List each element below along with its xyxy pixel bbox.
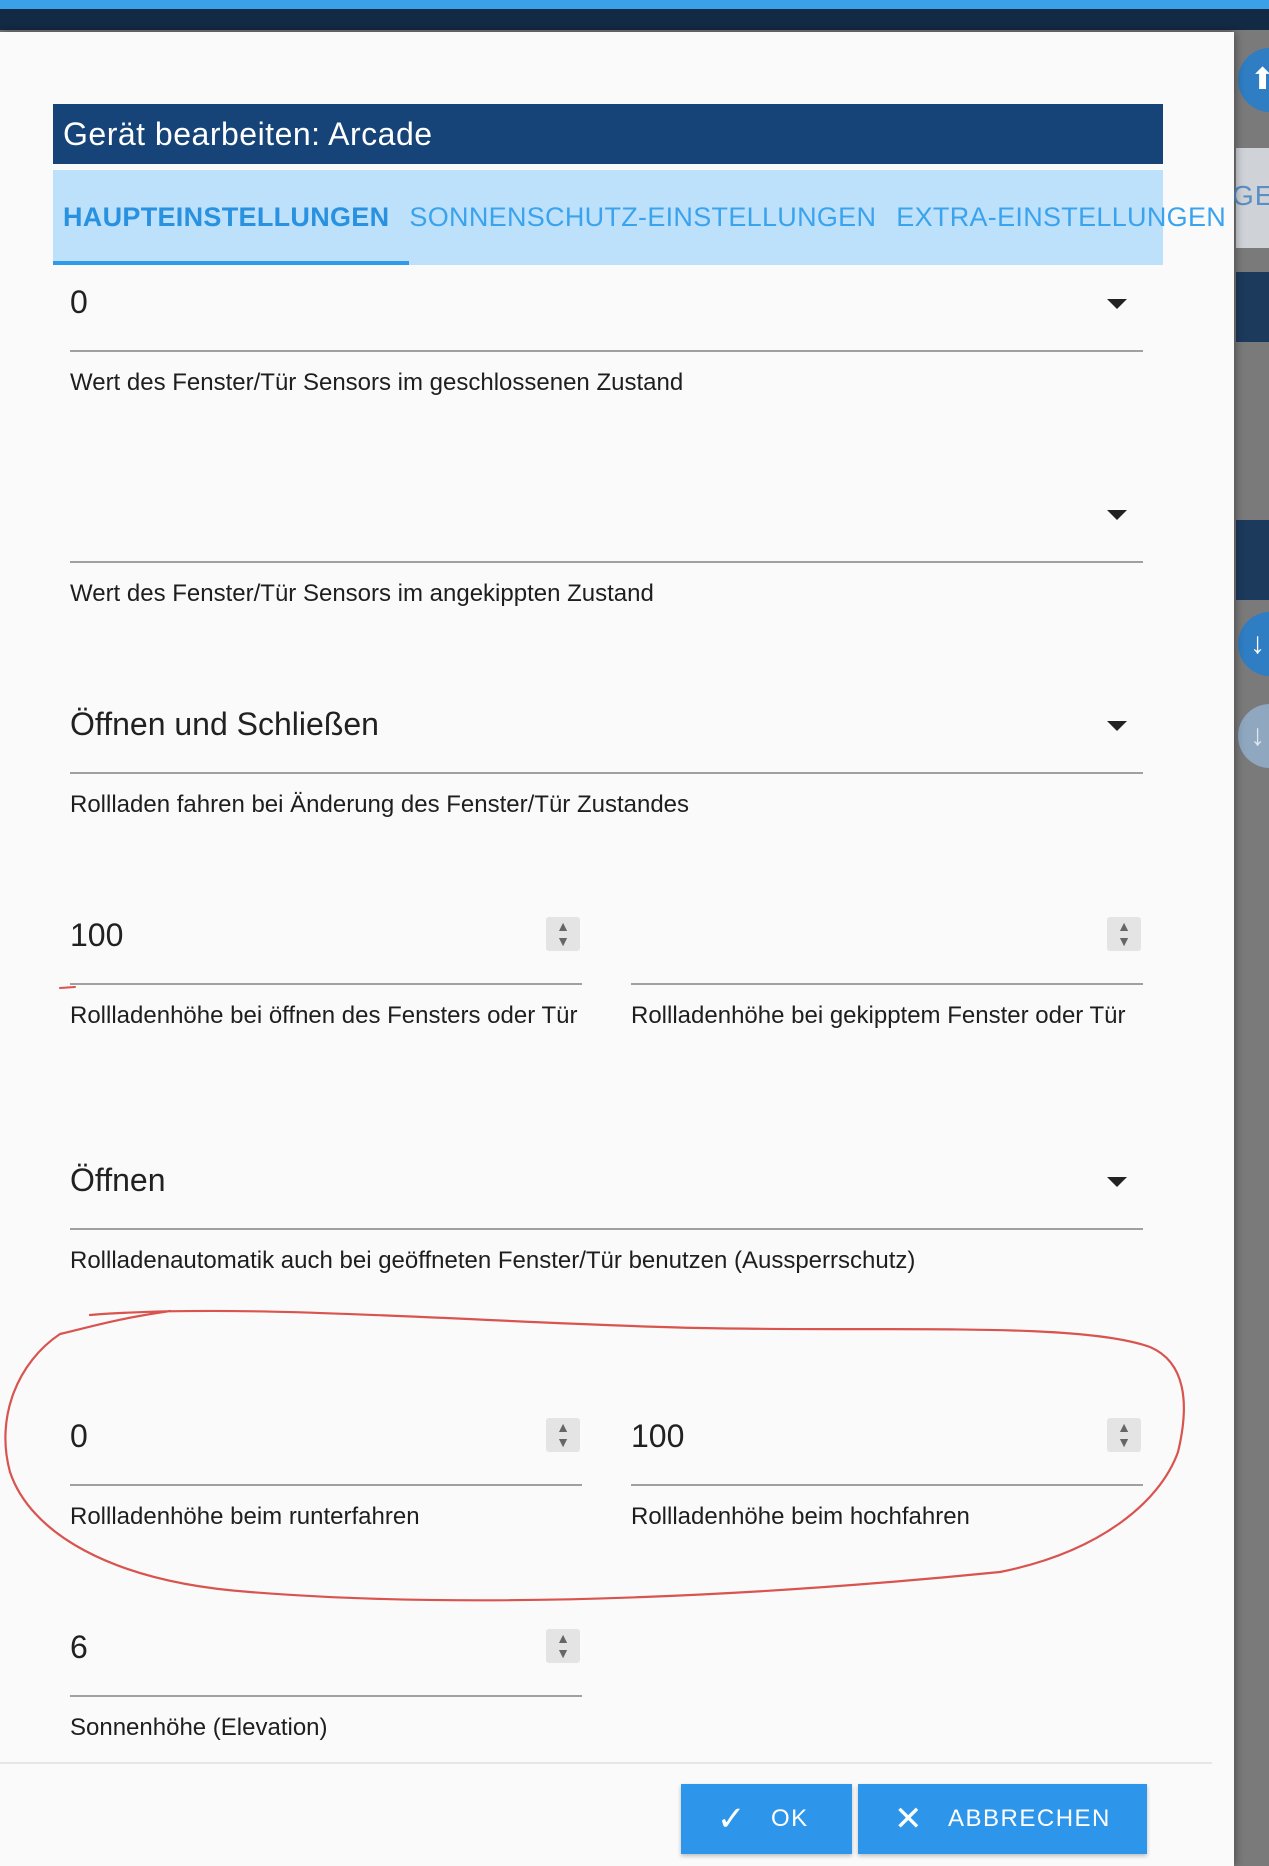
ok-button[interactable]: ✓ OK: [681, 1784, 852, 1854]
stepper-icon[interactable]: ▲ ▼: [546, 1629, 580, 1663]
height-down-value: 0: [70, 1418, 88, 1454]
height-up-input[interactable]: 100 ▲ ▼ Rollladenhöhe beim hochfahren: [631, 1406, 1143, 1546]
field-underline: [70, 350, 1143, 352]
tilted-value-helper: Wert des Fenster/Tür Sensors im angekipp…: [70, 580, 654, 607]
background-row-strip: [1236, 520, 1269, 600]
stepper-icon[interactable]: ▲ ▼: [1107, 1418, 1141, 1452]
height-up-helper: Rollladenhöhe beim hochfahren: [631, 1503, 970, 1530]
tab-main-settings[interactable]: HAUPTEINSTELLUNGEN: [53, 170, 410, 265]
app-top-accent: [0, 0, 1269, 9]
change-mode-selected: Öffnen und Schließen: [70, 706, 379, 742]
height-tilted-helper: Rollladenhöhe bei gekipptem Fenster oder…: [631, 1002, 1126, 1029]
tab-extra-settings[interactable]: EXTRA-EINSTELLUNGEN: [886, 170, 1234, 265]
field-underline: [70, 1228, 1143, 1230]
field-underline: [70, 561, 1143, 563]
footer-divider: [0, 1762, 1212, 1764]
stepper-icon[interactable]: ▲ ▼: [1107, 917, 1141, 951]
ok-button-label: OK: [771, 1805, 809, 1832]
dialog-title-text: Gerät bearbeiten: Arcade: [63, 116, 433, 152]
height-open-input[interactable]: 100 ▲ ▼ Rollladenhöhe bei öffnen des Fens…: [70, 905, 582, 1085]
dialog-title: Gerät bearbeiten: Arcade: [53, 104, 1163, 164]
caret-down-icon[interactable]: [1107, 299, 1127, 309]
field-underline: [70, 983, 582, 985]
caret-down-icon[interactable]: [1107, 510, 1127, 520]
height-up-value: 100: [631, 1418, 685, 1454]
elevation-value: 6: [70, 1629, 88, 1665]
caret-down-icon[interactable]: [1107, 721, 1127, 731]
field-underline: [70, 1484, 582, 1486]
height-tilted-input[interactable]: ▲ ▼ Rollladenhöhe bei gekipptem Fenster o…: [631, 905, 1143, 1085]
height-open-value: 100: [70, 917, 124, 953]
lockout-helper: Rollladenautomatik auch bei geöffneten F…: [70, 1247, 916, 1274]
cancel-button[interactable]: ✕ ABBRECHEN: [858, 1784, 1147, 1854]
tab-sun-protection-settings[interactable]: SONNENSCHUTZ-EINSTELLUNGEN: [399, 170, 886, 265]
elevation-helper: Sonnenhöhe (Elevation): [70, 1714, 328, 1741]
elevation-input[interactable]: 6 ▲ ▼ Sonnenhöhe (Elevation): [70, 1617, 582, 1757]
close-icon: ✕: [894, 1800, 924, 1838]
field-underline: [70, 772, 1143, 774]
background-partial-text: GE: [1232, 180, 1269, 211]
cancel-button-label: ABBRECHEN: [948, 1805, 1111, 1832]
field-underline: [70, 1695, 582, 1697]
closed-value-helper: Wert des Fenster/Tür Sensors im geschlos…: [70, 369, 684, 396]
stepper-icon[interactable]: ▲ ▼: [546, 917, 580, 951]
lockout-selected: Öffnen: [70, 1162, 166, 1198]
edit-device-dialog: Gerät bearbeiten: Arcade HAUPTEINSTELLUN…: [0, 32, 1234, 1866]
change-mode-helper: Rollladen fahren bei Änderung des Fenste…: [70, 791, 690, 818]
closed-value-selected: 0: [70, 284, 88, 320]
check-icon: ✓: [717, 1800, 747, 1838]
height-down-input[interactable]: 0 ▲ ▼ Rollladenhöhe beim runterfahren: [70, 1406, 582, 1546]
stepper-icon[interactable]: ▲ ▼: [546, 1418, 580, 1452]
field-underline: [631, 983, 1143, 985]
background-header-strip: [1236, 272, 1269, 342]
caret-down-icon[interactable]: [1107, 1177, 1127, 1187]
tab-bar: HAUPTEINSTELLUNGEN SONNENSCHUTZ-EINSTELL…: [53, 170, 1226, 265]
lockout-select[interactable]: Öffnen Rollladenautomatik auch bei geöff…: [70, 1150, 1143, 1290]
height-open-helper: Rollladenhöhe bei öffnen des Fensters od…: [70, 1002, 578, 1029]
change-mode-select[interactable]: Öffnen und Schließen Rollladen fahren be…: [70, 694, 1143, 834]
closed-value-select[interactable]: 0 Wert des Fenster/Tür Sensors im geschl…: [70, 272, 1143, 412]
field-underline: [631, 1484, 1143, 1486]
tilted-value-select[interactable]: Wert des Fenster/Tür Sensors im angekipp…: [70, 483, 1143, 623]
height-down-helper: Rollladenhöhe beim runterfahren: [70, 1503, 420, 1530]
